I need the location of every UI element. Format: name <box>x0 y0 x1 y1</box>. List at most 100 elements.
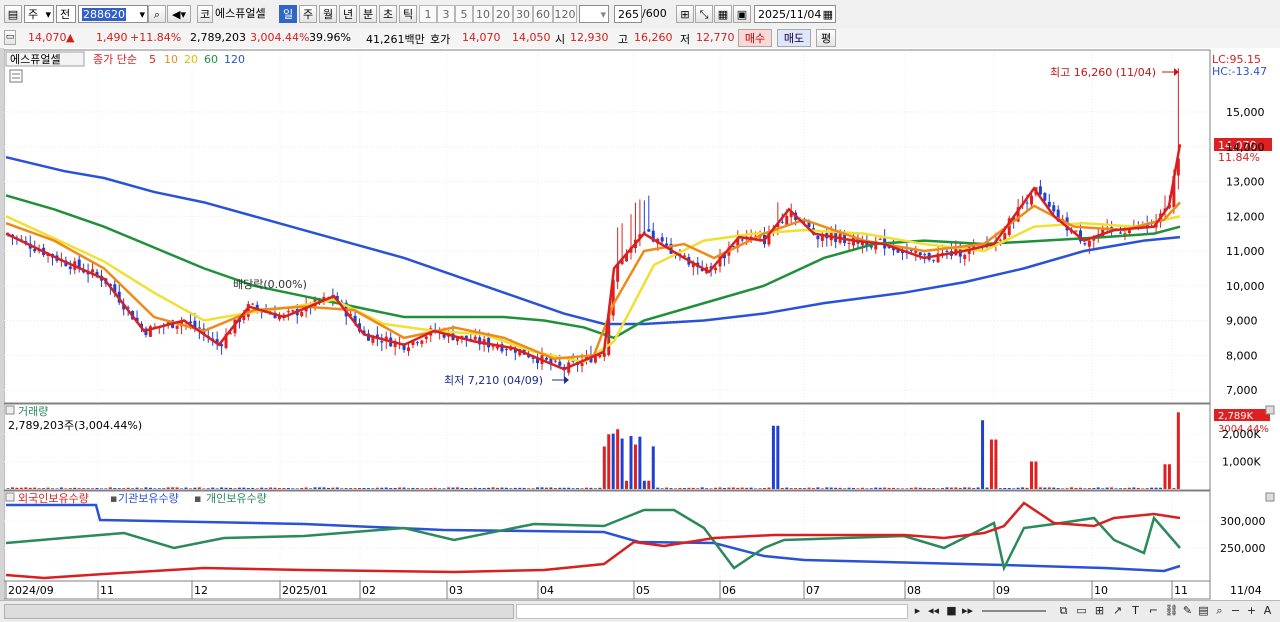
market-short-badge[interactable]: 코 <box>197 5 213 23</box>
buy-button[interactable]: 매수 <box>738 29 772 47</box>
speaker-icon[interactable]: ◀▾ <box>167 5 191 23</box>
volume-bar <box>714 487 718 489</box>
candle-body <box>932 259 936 261</box>
line-tool-icon[interactable]: ⌐ <box>1146 603 1161 618</box>
volume-bar <box>669 488 673 489</box>
volume-bar <box>1047 487 1051 489</box>
zoom-icon[interactable]: ⌕ <box>1212 603 1227 618</box>
volume-bar <box>1154 487 1158 489</box>
holding-tick-label: 300,000 <box>1220 515 1266 528</box>
minus-icon[interactable]: − <box>1228 603 1243 618</box>
zoom-slider[interactable] <box>982 610 1046 612</box>
ma-5-label: 5 <box>149 53 156 66</box>
quote-layout-icon[interactable]: ▭ <box>4 30 16 45</box>
volume-bar <box>941 487 944 489</box>
volume-bar <box>33 487 37 489</box>
play-icon[interactable]: ▸ <box>910 603 925 618</box>
period-tab-week[interactable]: 주 <box>299 5 317 23</box>
sell-button[interactable]: 매도 <box>777 29 811 47</box>
interval-60[interactable]: 60 <box>533 5 553 23</box>
rewind-icon[interactable]: ◂◂ <box>926 603 941 618</box>
period-tab-minute[interactable]: 분 <box>359 5 377 23</box>
save-icon[interactable]: ▣ <box>733 5 751 23</box>
font-size-icon[interactable]: A <box>1260 603 1275 618</box>
volume-bar <box>593 488 597 489</box>
date-input[interactable]: 2025/11/04 ▦ <box>754 5 836 23</box>
volume-pct: 3,004.44% <box>250 31 310 44</box>
volume-bar <box>233 488 237 489</box>
table-icon[interactable] <box>9 69 23 83</box>
period-tab-second[interactable]: 초 <box>379 5 397 23</box>
period-tab-year[interactable]: 년 <box>339 5 357 23</box>
change-arrow: ▲ <box>66 31 75 44</box>
candle-body <box>740 239 744 241</box>
volume-bar <box>184 487 188 489</box>
count-input[interactable]: 265 <box>614 5 642 23</box>
interval-3[interactable]: 3 <box>437 5 455 23</box>
scroll-thumb[interactable] <box>4 604 514 619</box>
interval-120[interactable]: 120 <box>553 5 577 23</box>
arrange-icon[interactable]: ▤ <box>1196 603 1211 618</box>
volume-bar <box>1145 488 1149 489</box>
volume-bar <box>847 487 851 489</box>
interval-1[interactable]: 1 <box>419 5 437 23</box>
text-tool-icon[interactable]: T <box>1128 603 1143 618</box>
avg-button[interactable]: 평 <box>816 29 836 47</box>
tile-icon[interactable]: ⊞ <box>1092 603 1107 618</box>
volume-bar <box>794 488 798 489</box>
prev-select[interactable]: 전 <box>56 5 76 23</box>
plus-icon[interactable]: + <box>1244 603 1259 618</box>
volume-bar <box>958 487 962 489</box>
interval-5[interactable]: 5 <box>455 5 473 23</box>
interval-custom-select[interactable]: ▾ <box>579 5 609 23</box>
chevron-down-icon: ▾ <box>139 8 145 21</box>
interval-30[interactable]: 30 <box>513 5 533 23</box>
tool-icon[interactable]: ✎ <box>1180 603 1195 618</box>
candle-body <box>175 325 179 329</box>
volume-bar <box>629 435 633 489</box>
stock-code-input[interactable]: 288620 ▾ <box>78 5 148 23</box>
candle-body <box>816 235 820 240</box>
interval-10[interactable]: 10 <box>473 5 493 23</box>
volume-bar <box>820 488 824 489</box>
draw-tool-icon[interactable]: ↗ <box>1110 603 1125 618</box>
copy-icon[interactable]: ⧉ <box>1056 603 1071 618</box>
volume-bar <box>398 487 402 489</box>
candle-body <box>68 266 72 269</box>
candle-body <box>847 242 851 244</box>
volume-bar <box>838 487 842 489</box>
layout-icon[interactable]: ▤ <box>4 5 22 23</box>
price-tick-label: 12,000 <box>1226 210 1265 223</box>
stop-icon[interactable]: ■ <box>944 603 959 618</box>
grid-icon[interactable]: ▦ <box>714 5 732 23</box>
crosshair-icon[interactable]: ⤡ <box>695 5 713 23</box>
candle-body <box>424 336 428 339</box>
chart-canvas[interactable]: 에스퓨얼셀 종가 단순 5 10 20 60 120 배당락(0.00%) 최고… <box>4 48 1280 600</box>
volume-bar <box>166 487 170 489</box>
candle-body <box>785 216 789 226</box>
x-tick-label: 2025/01 <box>282 584 328 597</box>
close-icon[interactable] <box>1265 405 1275 415</box>
period-tab-month[interactable]: 월 <box>319 5 337 23</box>
volume-bar <box>598 487 602 489</box>
volume-bar <box>424 488 428 489</box>
candle-icon[interactable]: ⊞ <box>676 5 694 23</box>
close-icon[interactable] <box>1265 492 1275 502</box>
candle-body <box>780 221 784 223</box>
search-icon[interactable]: ⌕ <box>148 5 166 23</box>
volume-bar <box>927 488 931 489</box>
x-tick-label: 12 <box>194 584 208 597</box>
period-tab-day[interactable]: 일 <box>279 5 297 23</box>
link-icon[interactable]: ⛓ <box>1164 603 1179 618</box>
volume-bar <box>1136 487 1140 489</box>
ma-10-label: 10 <box>164 53 178 66</box>
window-icon[interactable]: ▭ <box>1074 603 1089 618</box>
x-tick-label: 03 <box>449 584 463 597</box>
period-tab-tick[interactable]: 틱 <box>399 5 417 23</box>
volume-bar <box>104 488 108 489</box>
volume-bar <box>380 487 384 489</box>
market-select[interactable]: 주 ▾ <box>24 5 54 23</box>
interval-20[interactable]: 20 <box>493 5 513 23</box>
forward-icon[interactable]: ▸▸ <box>960 603 975 618</box>
scroll-track[interactable] <box>516 604 908 619</box>
